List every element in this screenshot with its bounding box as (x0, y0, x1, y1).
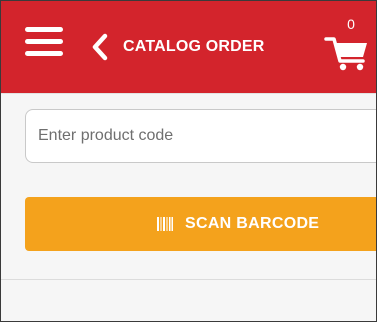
content-divider (1, 279, 376, 280)
app-header: CATALOG ORDER 0 (1, 1, 376, 93)
cart-count-badge: 0 (347, 16, 355, 32)
back-button[interactable] (89, 33, 111, 61)
barcode-icon (157, 217, 173, 231)
chevron-left-icon (92, 33, 108, 61)
hamburger-menu-icon (25, 51, 63, 56)
scan-barcode-content: SCAN BARCODE (157, 197, 319, 251)
hamburger-menu-icon (25, 39, 63, 44)
page-title: CATALOG ORDER (123, 38, 265, 55)
product-code-input[interactable] (25, 109, 376, 163)
hamburger-menu-icon (25, 27, 63, 32)
header-divider (1, 93, 376, 94)
scan-barcode-label: SCAN BARCODE (185, 215, 320, 232)
menu-button[interactable] (25, 27, 65, 67)
app-screen: CATALOG ORDER 0 SCAN BARCODE (0, 0, 377, 322)
scan-barcode-button[interactable]: SCAN BARCODE (25, 197, 376, 251)
